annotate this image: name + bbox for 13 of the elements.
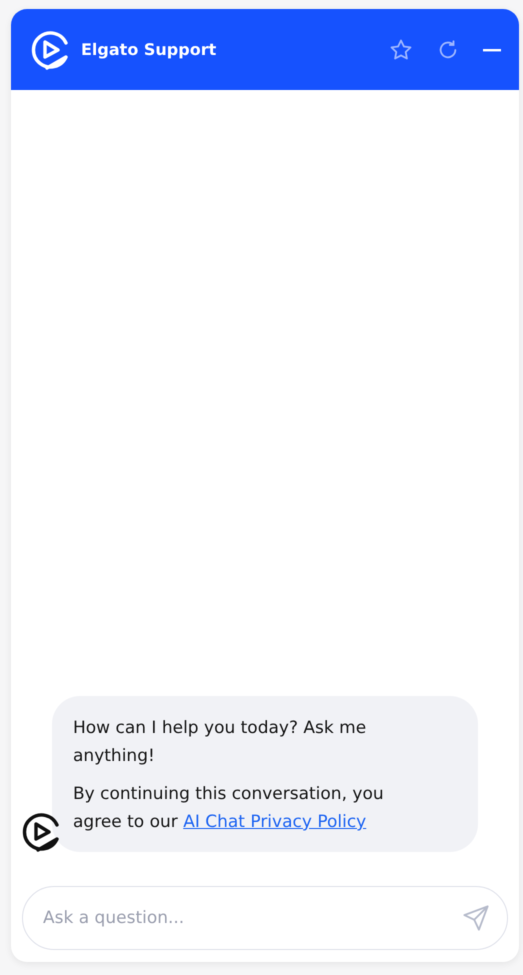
send-icon [462, 904, 490, 932]
minimize-icon [483, 48, 501, 52]
chat-title: Elgato Support [81, 40, 218, 59]
message-text: How can I help you today? Ask me anything! [73, 717, 368, 768]
message-text: By continuing this conversation, you agree to our AI Chat Privacy Policy [73, 783, 385, 834]
minimize-button[interactable] [483, 48, 501, 52]
star-icon [389, 38, 413, 62]
refresh-icon [437, 38, 459, 60]
question-field[interactable]: Ask a question... [22, 886, 508, 950]
send-button[interactable] [462, 904, 490, 932]
privacy-policy-link[interactable]: AI Chat Privacy Policy [183, 812, 366, 832]
favorite-button[interactable] [389, 38, 413, 62]
refresh-button[interactable] [437, 38, 459, 60]
